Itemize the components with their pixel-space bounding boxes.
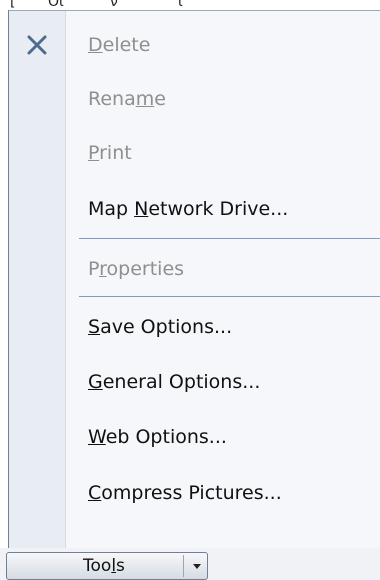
menu-separator <box>79 238 380 239</box>
menu-item-label: Web Options... <box>88 426 227 448</box>
menu-item-label: Compress Pictures... <box>88 482 282 504</box>
tools-toolbar: Tools <box>0 548 380 580</box>
tools-dropdown-button[interactable]: Tools <box>6 552 208 580</box>
menu-item-web-options[interactable]: Web Options... <box>9 411 380 463</box>
menu-item-label: Save Options... <box>88 316 233 338</box>
menu-item-label: Delete <box>88 34 151 56</box>
chevron-down-icon[interactable] <box>193 564 201 569</box>
tools-dropdown-menu: Delete Rename Print Map Network Drive...… <box>8 10 380 548</box>
close-icon <box>27 35 47 55</box>
menu-item-label: General Options... <box>88 371 261 393</box>
menu-item-label: Print <box>88 142 132 164</box>
menu-item-properties[interactable]: Properties <box>9 243 380 295</box>
menu-item-save-options[interactable]: Save Options... <box>9 301 380 353</box>
menu-item-delete[interactable]: Delete <box>9 19 380 71</box>
tools-button-label: Tools <box>83 556 125 576</box>
menu-item-label: Rename <box>88 88 166 110</box>
menu-item-label: Properties <box>88 258 185 280</box>
menu-item-general-options[interactable]: General Options... <box>9 356 380 408</box>
menu-item-rename[interactable]: Rename <box>9 73 380 125</box>
menu-item-map-network-drive[interactable]: Map Network Drive... <box>9 183 380 235</box>
menu-item-label: Map Network Drive... <box>88 198 289 220</box>
menu-item-compress-pictures[interactable]: Compress Pictures... <box>9 467 380 519</box>
split-button-divider <box>183 555 184 577</box>
menu-item-print[interactable]: Print <box>9 127 380 179</box>
menu-separator <box>79 296 380 297</box>
